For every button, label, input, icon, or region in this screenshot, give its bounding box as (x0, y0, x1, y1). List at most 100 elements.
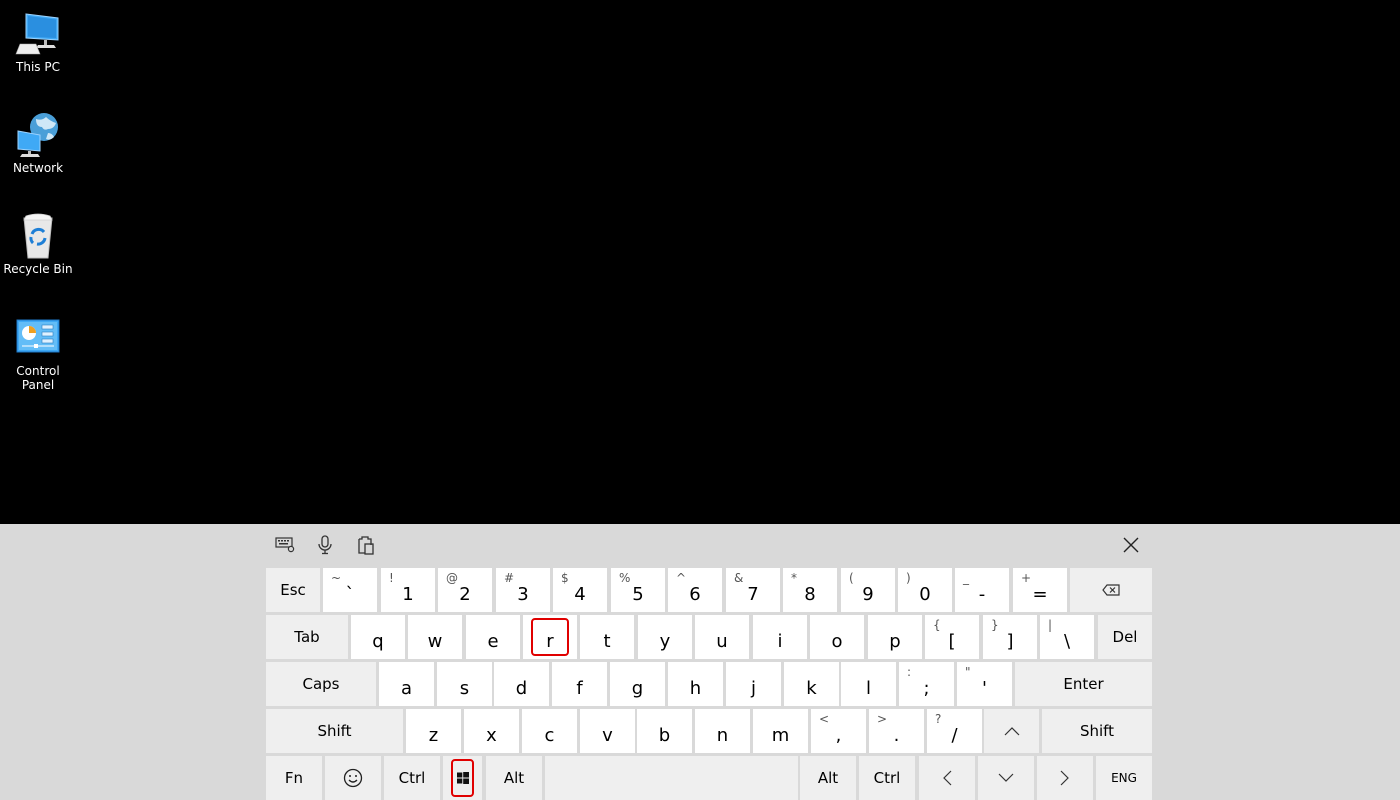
key-label: Tab (294, 628, 320, 646)
key-label: s (459, 677, 470, 699)
desktop-icon-control-panel[interactable]: Control Panel (0, 314, 76, 392)
key-tab[interactable]: Tab (266, 615, 348, 659)
key-lctrl[interactable]: Ctrl (384, 756, 440, 800)
key-shift-label: " (965, 665, 971, 679)
key-shift-label: ) (906, 571, 911, 585)
key-0[interactable]: ) 0 (898, 568, 952, 612)
key-backtick[interactable]: ~ ` (323, 568, 377, 612)
key-n[interactable]: n (695, 709, 750, 753)
key-minus[interactable]: _ - (955, 568, 1009, 612)
key-r[interactable]: r (523, 615, 577, 659)
key-i[interactable]: i (753, 615, 807, 659)
arrow-left-icon (942, 770, 952, 786)
key-lbracket[interactable]: {[ (925, 615, 979, 659)
key-c[interactable]: c (522, 709, 577, 753)
key-emoji[interactable] (325, 756, 381, 800)
key-label: j (750, 677, 756, 699)
key-j[interactable]: j (726, 662, 781, 706)
key-label: Esc (280, 581, 306, 599)
key-e[interactable]: e (466, 615, 520, 659)
key-equals[interactable]: + = (1013, 568, 1067, 612)
key-comma[interactable]: <, (811, 709, 866, 753)
key-rctrl[interactable]: Ctrl (859, 756, 915, 800)
key-period[interactable]: >. (869, 709, 924, 753)
key-label: [ (948, 630, 956, 652)
key-l[interactable]: l (841, 662, 896, 706)
key-label: z (428, 724, 439, 746)
key-fn[interactable]: Fn (266, 756, 322, 800)
key-d[interactable]: d (494, 662, 549, 706)
clipboard-button[interactable] (353, 534, 379, 556)
key-lshift[interactable]: Shift (266, 709, 403, 753)
desktop-icon-network[interactable]: Network (0, 111, 76, 175)
close-keyboard-button[interactable] (1118, 534, 1144, 556)
key-backslash[interactable]: | \ (1040, 615, 1094, 659)
key-label: ` (345, 583, 355, 605)
key-semicolon[interactable]: :; (899, 662, 954, 706)
key-shift-label: ( (849, 571, 854, 585)
key-4[interactable]: $4 (553, 568, 607, 612)
key-u[interactable]: u (695, 615, 749, 659)
keyboard-settings-icon (275, 537, 295, 553)
key-p[interactable]: p (868, 615, 922, 659)
key-shift-label: ~ (331, 571, 342, 585)
key-enter[interactable]: Enter (1015, 662, 1152, 706)
key-lang[interactable]: ENG (1096, 756, 1152, 800)
key-shift-label: ! (389, 571, 394, 585)
key-a[interactable]: a (379, 662, 434, 706)
key-shift-label: ^ (676, 571, 687, 585)
key-g[interactable]: g (610, 662, 665, 706)
key-shift-label: | (1048, 618, 1053, 632)
key-win[interactable] (443, 756, 482, 800)
key-3[interactable]: #3 (496, 568, 550, 612)
desktop-icon-this-pc[interactable]: This PC (0, 10, 76, 74)
key-b[interactable]: b (637, 709, 692, 753)
key-label: h (689, 677, 702, 699)
key-del[interactable]: Del (1098, 615, 1152, 659)
key-down[interactable] (978, 756, 1034, 800)
key-x[interactable]: x (464, 709, 519, 753)
key-v[interactable]: v (580, 709, 635, 753)
key-9[interactable]: (9 (841, 568, 895, 612)
key-esc[interactable]: Esc (266, 568, 320, 612)
key-shift-label: { (933, 618, 941, 632)
key-h[interactable]: h (668, 662, 723, 706)
key-m[interactable]: m (753, 709, 808, 753)
key-rbracket[interactable]: }] (983, 615, 1037, 659)
key-space[interactable] (545, 756, 798, 800)
key-quote[interactable]: " ' (957, 662, 1012, 706)
key-7[interactable]: & 7 (726, 568, 780, 612)
key-lalt[interactable]: Alt (486, 756, 542, 800)
key-backspace[interactable] (1070, 568, 1152, 612)
key-y[interactable]: y (638, 615, 692, 659)
keyboard-settings-button[interactable] (273, 534, 299, 556)
key-8[interactable]: * 8 (783, 568, 837, 612)
desktop-icon-recycle-bin[interactable]: Recycle Bin (0, 212, 76, 276)
key-o[interactable]: o (810, 615, 864, 659)
key-up[interactable] (984, 709, 1039, 753)
key-k[interactable]: k (784, 662, 839, 706)
microphone-icon (318, 535, 332, 555)
backspace-icon (1102, 584, 1120, 596)
key-right[interactable] (1037, 756, 1093, 800)
key-w[interactable]: w (408, 615, 462, 659)
key-caps[interactable]: Caps (266, 662, 376, 706)
key-q[interactable]: q (351, 615, 405, 659)
key-t[interactable]: t (580, 615, 634, 659)
key-s[interactable]: s (437, 662, 492, 706)
key-f[interactable]: f (552, 662, 607, 706)
key-6[interactable]: ^ 6 (668, 568, 722, 612)
key-5[interactable]: % 5 (611, 568, 665, 612)
key-1[interactable]: ! 1 (381, 568, 435, 612)
key-slash[interactable]: ? / (927, 709, 982, 753)
key-2[interactable]: @2 (438, 568, 492, 612)
key-shift-label: _ (963, 571, 969, 585)
key-ralt[interactable]: Alt (800, 756, 856, 800)
key-rshift[interactable]: Shift (1042, 709, 1152, 753)
key-label: g (631, 677, 644, 699)
dictation-button[interactable] (312, 534, 338, 556)
key-z[interactable]: z (406, 709, 461, 753)
control-panel-icon (16, 319, 60, 353)
arrow-up-icon (1004, 726, 1020, 736)
key-left[interactable] (919, 756, 975, 800)
